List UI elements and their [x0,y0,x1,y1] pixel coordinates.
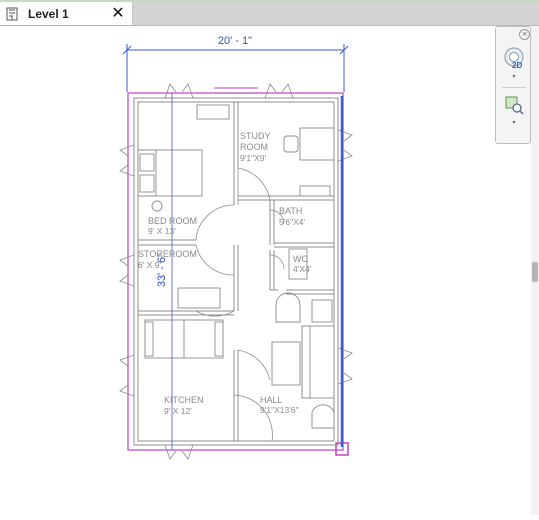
width-dimension-line[interactable] [122,44,349,92]
close-icon[interactable]: ✕ [110,5,126,21]
room-wc-size: 4'X4' [293,264,312,274]
room-study-name: STUDY [240,131,271,141]
tab-title: Level 1 [28,7,69,21]
drawing-canvas[interactable]: 20' - 1" 33' - 6" STUDY ROOM 9'1"X9' BED… [0,26,530,515]
room-kitchen-name: KITCHEN [164,395,204,405]
room-study-size: 9'1"X9' [240,153,266,163]
scrollbar-thumb[interactable] [532,262,538,282]
zoom-dropdown-icon[interactable]: ▾ [510,120,518,126]
steering-wheel-2d-badge: 2D [512,61,523,70]
room-storeroom-name: STOREROOM [138,249,197,259]
floor-plan-view-icon [6,7,18,21]
steering-wheel-dropdown-icon[interactable]: ▾ [510,74,518,80]
floor-plan-drawing: 20' - 1" 33' - 6" STUDY ROOM 9'1"X9' BED… [119,35,353,460]
zoom-region-icon[interactable] [502,93,526,117]
room-bath-name: BATH [279,206,302,216]
room-study-name-2: ROOM [240,142,268,152]
navbar-separator [502,87,526,88]
tab-level-1[interactable]: Level 1 ✕ [0,2,133,25]
navigation-bar: × 2D ▾ ▾ [495,26,531,144]
room-kitchen-size: 9' X 12' [164,406,192,416]
windows [119,83,353,460]
room-hall-name: HALL [260,395,283,405]
navbar-close-icon[interactable]: × [519,29,530,40]
vertical-scrollbar[interactable] [531,26,539,515]
width-dimension-text[interactable]: 20' - 1" [218,35,252,47]
view-tab-bar: Level 1 ✕ [0,0,539,26]
room-hall-size: 9'1"X13'6" [260,405,299,415]
room-bedroom-name: BED ROOM [148,216,197,226]
room-bedroom-size: 9' X 13' [148,226,176,236]
room-bath-size: 5'6"X4' [279,217,305,227]
room-storeroom-size: 6' X 9' [138,260,161,270]
room-wc-name: WC [293,254,308,264]
